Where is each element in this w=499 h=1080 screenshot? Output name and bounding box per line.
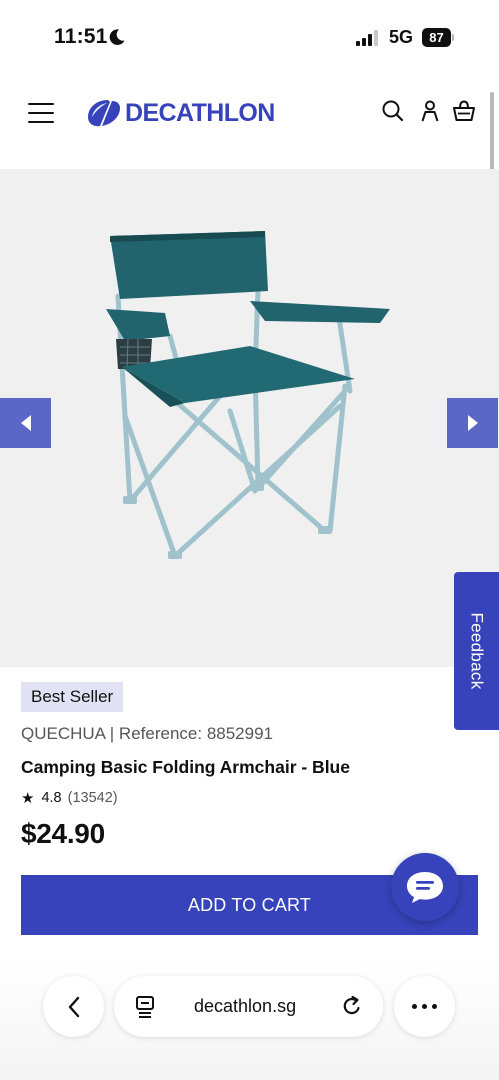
network-label: 5G bbox=[389, 27, 414, 47]
arrow-right-icon bbox=[467, 415, 478, 431]
brand-name: DECATHLON bbox=[125, 98, 275, 127]
browser-toolbar: decathlon.sg bbox=[0, 960, 499, 1080]
address-bar[interactable]: decathlon.sg bbox=[114, 976, 383, 1037]
product-gallery bbox=[0, 169, 499, 667]
site-header: DECATHLON bbox=[0, 72, 499, 169]
chat-bubble-icon bbox=[407, 872, 443, 903]
browser-more-button[interactable] bbox=[394, 976, 455, 1037]
product-price: $24.90 bbox=[21, 818, 105, 849]
status-bar: 11:51 5G 87 bbox=[0, 0, 499, 72]
product-rating[interactable]: ★ 4.8 (13542) bbox=[21, 789, 118, 807]
more-icon bbox=[410, 1004, 440, 1009]
arrow-left-icon bbox=[20, 415, 31, 431]
rating-value: 4.8 bbox=[41, 790, 62, 806]
url-text: decathlon.sg bbox=[194, 996, 297, 1016]
decathlon-logo[interactable]: DECATHLON bbox=[86, 95, 275, 131]
logo-mark-icon bbox=[88, 100, 120, 127]
feedback-label: Feedback bbox=[467, 612, 487, 690]
account-icon[interactable] bbox=[418, 99, 442, 123]
signal-icon bbox=[356, 30, 378, 46]
menu-icon[interactable] bbox=[28, 103, 54, 123]
cart-icon[interactable] bbox=[452, 99, 476, 123]
status-time: 11:51 bbox=[54, 25, 108, 48]
folding-armchair-image bbox=[106, 231, 390, 559]
battery-level: 87 bbox=[422, 28, 451, 47]
reader-icon[interactable] bbox=[134, 995, 156, 1019]
chat-button[interactable] bbox=[391, 853, 459, 921]
best-seller-badge: Best Seller bbox=[21, 682, 124, 712]
review-count: (13542) bbox=[67, 790, 118, 806]
back-icon bbox=[68, 996, 79, 1017]
reload-icon[interactable] bbox=[341, 995, 363, 1017]
star-icon: ★ bbox=[21, 790, 35, 807]
feedback-tab[interactable]: Feedback bbox=[454, 572, 499, 730]
brand-reference: QUECHUA | Reference: 8852991 bbox=[21, 724, 273, 743]
moon-icon bbox=[109, 29, 125, 45]
gallery-next-button[interactable] bbox=[447, 398, 498, 448]
gallery-prev-button[interactable] bbox=[0, 398, 51, 448]
battery-icon: 87 bbox=[422, 28, 454, 47]
browser-back-button[interactable] bbox=[43, 976, 104, 1037]
search-icon[interactable] bbox=[381, 99, 405, 123]
product-title: Camping Basic Folding Armchair - Blue bbox=[21, 757, 350, 777]
